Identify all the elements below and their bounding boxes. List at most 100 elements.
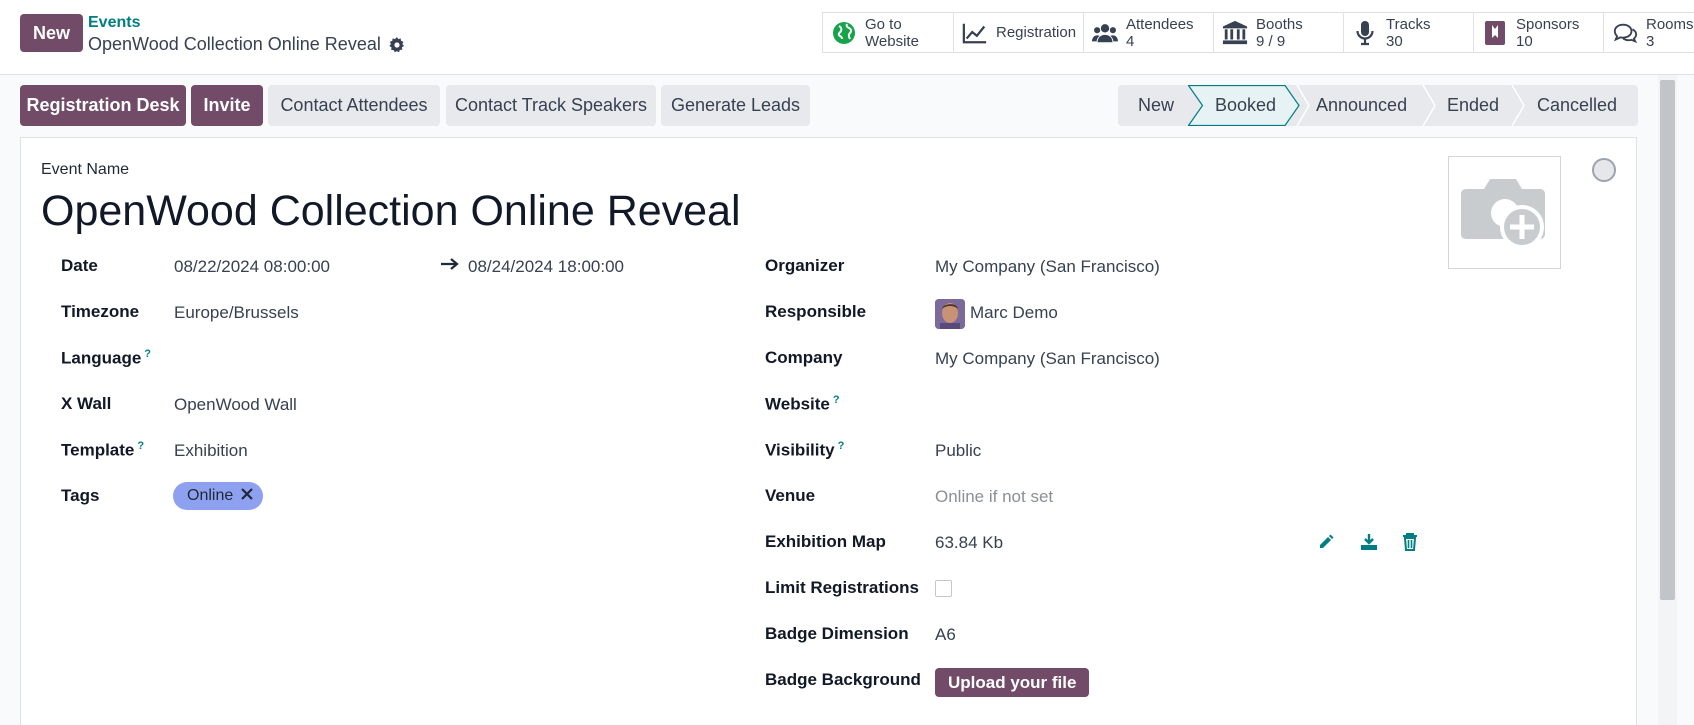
smart-label: Registration — [996, 24, 1077, 41]
contact-track-speakers-button[interactable]: Contact Track Speakers — [446, 85, 656, 126]
visibility-label-text: Visibility — [765, 440, 835, 460]
company-field[interactable]: My Company (San Francisco) — [935, 349, 1160, 369]
limit-registrations-label: Limit Registrations — [765, 578, 919, 597]
attendees-button[interactable]: Attendees 4 — [1084, 13, 1214, 52]
close-icon[interactable] — [241, 487, 254, 505]
timezone-label: Timezone — [61, 302, 140, 321]
date-start-field[interactable]: 08/22/2024 08:00:00 — [174, 257, 330, 277]
stage-separator — [1296, 85, 1310, 126]
smart-buttons: Go to Website Registration Attendees 4 Boo… — [822, 12, 1694, 53]
website-label-text: Website — [765, 394, 830, 414]
stage-statusbar: New Booked Announced Ended Cancelled — [1118, 85, 1638, 126]
avatar — [935, 299, 965, 329]
tag-online: Online — [173, 482, 264, 510]
organizer-label: Organizer — [765, 256, 845, 275]
xwall-field[interactable]: OpenWood Wall — [174, 395, 297, 415]
download-icon[interactable] — [1359, 532, 1379, 552]
breadcrumb-current-label: OpenWood Collection Online Reveal — [88, 34, 381, 54]
visibility-label: Visibility? — [765, 440, 844, 461]
kanban-state-circle[interactable] — [1592, 158, 1616, 182]
smart-label: Attendees — [1126, 15, 1194, 33]
badge-background-label: Badge Background — [765, 670, 921, 689]
smart-label: Booths — [1256, 15, 1303, 33]
microphone-icon — [1352, 20, 1378, 46]
responsible-label: Responsible — [765, 302, 867, 321]
chart-line-icon — [962, 20, 988, 46]
control-panel: New Events OpenWood Collection Online Re… — [0, 0, 1694, 75]
upload-file-button[interactable]: Upload your file — [935, 668, 1090, 697]
invite-button[interactable]: Invite — [191, 85, 263, 126]
timezone-field[interactable]: Europe/Brussels — [174, 303, 299, 323]
stage-ended[interactable]: Ended — [1447, 85, 1499, 126]
template-label-text: Template — [61, 440, 135, 460]
ribbon-icon — [1482, 20, 1508, 46]
bank-icon — [1222, 20, 1248, 46]
xwall-label: X Wall — [61, 394, 112, 413]
help-tooltip[interactable]: ? — [833, 394, 840, 406]
stage-cancelled[interactable]: Cancelled — [1537, 85, 1617, 126]
smart-label: Go to — [865, 15, 902, 33]
stage-new[interactable]: New — [1138, 85, 1174, 126]
smart-value: 9 / 9 — [1256, 32, 1286, 50]
smart-label: Sponsors — [1516, 15, 1580, 33]
registration-button[interactable]: Registration — [954, 13, 1084, 52]
event-name-input[interactable]: OpenWood Collection Online Reveal — [41, 187, 741, 236]
sponsors-button[interactable]: Sponsors 10 — [1474, 13, 1604, 52]
date-end-field[interactable]: 08/24/2024 18:00:00 — [468, 257, 624, 277]
scrollbar-thumb[interactable] — [1660, 80, 1675, 600]
smart-value: 10 — [1516, 32, 1533, 50]
stage-announced[interactable]: Announced — [1316, 85, 1407, 126]
badge-dimension-label: Badge Dimension — [765, 624, 909, 643]
template-field[interactable]: Exhibition — [174, 441, 248, 461]
globe-icon — [831, 20, 857, 46]
smart-label: Tracks — [1386, 15, 1431, 33]
help-tooltip[interactable]: ? — [144, 348, 151, 360]
pencil-icon[interactable] — [1316, 532, 1336, 552]
venue-field[interactable]: Online if not set — [935, 487, 1053, 507]
tags-label: Tags — [61, 486, 100, 505]
tracks-button[interactable]: Tracks 30 — [1344, 13, 1474, 52]
arrow-right-icon — [441, 257, 459, 276]
smart-value: 3 — [1646, 32, 1655, 50]
users-icon — [1092, 20, 1118, 46]
exhibition-map-field: 63.84 Kb — [935, 533, 1004, 552]
smart-label: Rooms — [1646, 15, 1694, 33]
camera-plus-icon — [1460, 178, 1545, 249]
registration-desk-button[interactable]: Registration Desk — [20, 85, 186, 126]
tag-label: Online — [187, 487, 234, 504]
date-label: Date — [61, 256, 98, 275]
smart-value: 4 — [1126, 32, 1135, 50]
trash-icon[interactable] — [1400, 532, 1420, 552]
booths-button[interactable]: Booths 9 / 9 — [1214, 13, 1344, 52]
contact-attendees-button[interactable]: Contact Attendees — [268, 85, 440, 126]
help-tooltip[interactable]: ? — [838, 440, 845, 452]
gear-icon[interactable] — [389, 36, 405, 53]
breadcrumb-current: OpenWood Collection Online Reveal — [88, 34, 405, 55]
template-label: Template? — [61, 440, 144, 461]
smart-value: 30 — [1386, 32, 1403, 50]
rooms-button[interactable]: Rooms 3 — [1604, 13, 1694, 52]
new-button[interactable]: New — [20, 14, 83, 52]
exhibition-map-label: Exhibition Map — [765, 532, 886, 551]
event-name-label: Event Name — [41, 161, 130, 178]
generate-leads-button[interactable]: Generate Leads — [661, 85, 810, 126]
stage-booked[interactable]: Booked — [1215, 85, 1276, 126]
website-label: Website? — [765, 394, 840, 415]
language-label: Language? — [61, 348, 151, 369]
organizer-field[interactable]: My Company (San Francisco) — [935, 257, 1160, 277]
event-image-upload[interactable] — [1448, 156, 1561, 269]
visibility-field[interactable]: Public — [935, 441, 981, 461]
responsible-field[interactable]: Marc Demo — [970, 303, 1058, 323]
go-to-website-button[interactable]: Go to Website — [823, 13, 954, 52]
stage-separator — [1422, 85, 1436, 126]
limit-registrations-checkbox[interactable] — [935, 580, 952, 597]
breadcrumb-events-link[interactable]: Events — [88, 14, 140, 32]
language-label-text: Language — [61, 348, 142, 368]
smart-value: Website — [865, 32, 919, 50]
help-tooltip[interactable]: ? — [137, 440, 144, 452]
venue-label: Venue — [765, 486, 816, 505]
badge-dimension-field[interactable]: A6 — [935, 625, 956, 645]
stage-separator — [1511, 85, 1525, 126]
comments-icon — [1612, 20, 1638, 46]
company-label: Company — [765, 348, 843, 367]
